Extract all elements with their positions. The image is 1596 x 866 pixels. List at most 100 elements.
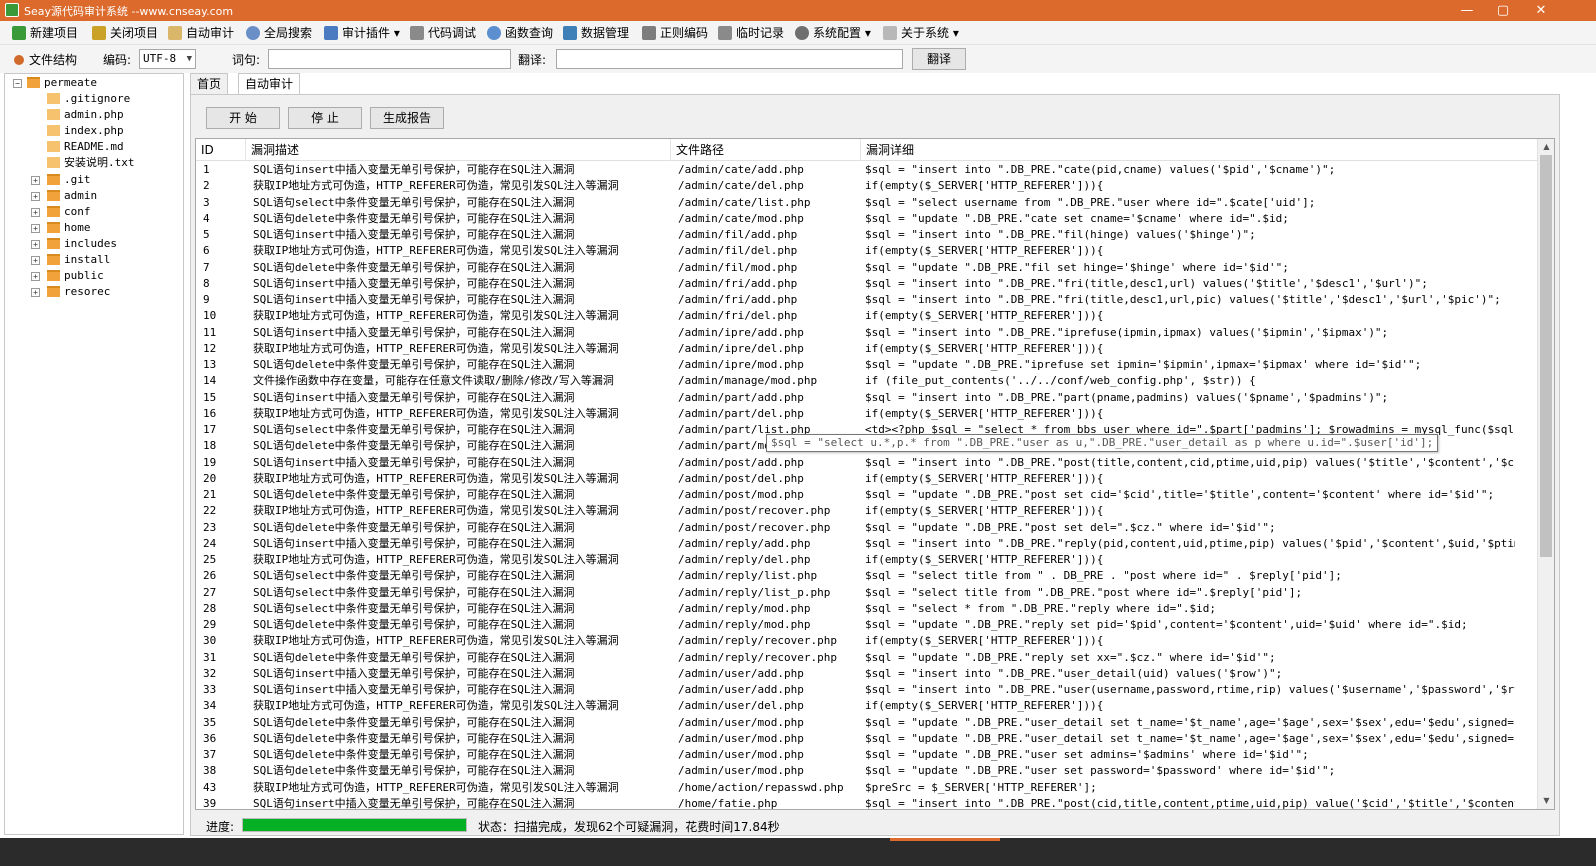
minimize-button[interactable]: — xyxy=(1447,0,1487,21)
row-detail: $sql = "insert into ".DB_PRE."iprefuse(i… xyxy=(865,325,1389,339)
word-input[interactable] xyxy=(268,49,511,69)
table-row[interactable]: 2 获取IP地址方式可伪造，HTTP_REFERER可伪造，常见引发SQL注入等漏… xyxy=(196,178,1538,194)
table-row[interactable]: 11 SQL语句insert中插入变量无单引号保护，可能存在SQL注入漏洞/adm… xyxy=(196,325,1538,341)
scroll-down-icon[interactable]: ▼ xyxy=(1538,793,1554,809)
tab-home[interactable]: 首页 xyxy=(190,73,229,95)
translate-button[interactable]: 翻译 xyxy=(912,48,966,70)
tree-folder[interactable]: home xyxy=(47,220,91,236)
table-row[interactable]: 20 获取IP地址方式可伪造，HTTP_REFERER可伪造，常见引发SQL注入等… xyxy=(196,471,1538,487)
tree-file[interactable]: index.php xyxy=(47,123,124,139)
table-row[interactable]: 30 获取IP地址方式可伪造，HTTP_REFERER可伪造，常见引发SQL注入等… xyxy=(196,633,1538,649)
table-row[interactable]: 33 SQL语句insert中插入变量无单引号保护，可能存在SQL注入漏洞/adm… xyxy=(196,682,1538,698)
menu-about[interactable]: 关于系统 ▾ xyxy=(883,21,959,45)
table-row[interactable]: 9 SQL语句insert中插入变量无单引号保护，可能存在SQL注入漏洞/admi… xyxy=(196,292,1538,308)
table-row[interactable]: 29 SQL语句delete中条件变量无单引号保护，可能存在SQL注入漏洞/adm… xyxy=(196,617,1538,633)
menu-temp-record[interactable]: 临时记录 xyxy=(718,21,784,45)
table-row[interactable]: 39 SQL语句insert中插入变量无单引号保护，可能存在SQL注入漏洞/hom… xyxy=(196,796,1538,809)
tree-folder[interactable]: conf xyxy=(47,204,91,220)
menu-auto-audit[interactable]: 自动审计 xyxy=(168,21,234,45)
tree-folder[interactable]: .git xyxy=(47,172,91,188)
table-row[interactable]: 35 SQL语句delete中条件变量无单引号保护，可能存在SQL注入漏洞/adm… xyxy=(196,715,1538,731)
table-row[interactable]: 21 SQL语句delete中条件变量无单引号保护，可能存在SQL注入漏洞/adm… xyxy=(196,487,1538,503)
tree-root[interactable]: permeate xyxy=(27,75,97,91)
table-row[interactable]: 31 SQL语句delete中条件变量无单引号保护，可能存在SQL注入漏洞/adm… xyxy=(196,650,1538,666)
menu-close-project[interactable]: 关闭项目 xyxy=(92,21,158,45)
scroll-thumb[interactable] xyxy=(1540,155,1552,557)
table-row[interactable]: 19 SQL语句insert中插入变量无单引号保护，可能存在SQL注入漏洞/adm… xyxy=(196,455,1538,471)
table-row[interactable]: 32 SQL语句insert中插入变量无单引号保护，可能存在SQL注入漏洞/adm… xyxy=(196,666,1538,682)
table-row[interactable]: 3 SQL语句select中条件变量无单引号保护，可能存在SQL注入漏洞/admi… xyxy=(196,195,1538,211)
row-id: 12 xyxy=(203,341,217,355)
scroll-up-icon[interactable]: ▲ xyxy=(1538,139,1554,155)
column-id[interactable]: ID xyxy=(196,139,246,161)
column-detail[interactable]: 漏洞详细 xyxy=(861,139,1521,161)
expand-icon[interactable]: + xyxy=(31,176,40,185)
table-row[interactable]: 22 获取IP地址方式可伪造，HTTP_REFERER可伪造，常见引发SQL注入等… xyxy=(196,503,1538,519)
table-row[interactable]: 27 SQL语句select中条件变量无单引号保护，可能存在SQL注入漏洞/adm… xyxy=(196,585,1538,601)
menu-regex-encode[interactable]: 正则编码 xyxy=(642,21,708,45)
maximize-button[interactable]: ▢ xyxy=(1483,0,1523,21)
tree-folder[interactable]: resorec xyxy=(47,284,110,300)
tab-auto-audit[interactable]: 自动审计 xyxy=(238,73,301,95)
tree-folder[interactable]: includes xyxy=(47,236,117,252)
menu-function-search[interactable]: 函数查询 xyxy=(487,21,553,45)
generate-report-button[interactable]: 生成报告 xyxy=(370,107,444,129)
row-description: 获取IP地址方式可伪造，HTTP_REFERER可伪造，常见引发SQL注入等漏洞 xyxy=(253,699,619,713)
tree-file[interactable]: README.md xyxy=(47,139,124,155)
tree-folder[interactable]: admin xyxy=(47,188,97,204)
expand-icon[interactable]: + xyxy=(31,288,40,297)
table-row[interactable]: 14 文件操作函数中存在变量，可能存在任意文件读取/删除/修改/写入等漏洞/adm… xyxy=(196,373,1538,389)
table-row[interactable]: 12 获取IP地址方式可伪造，HTTP_REFERER可伪造，常见引发SQL注入等… xyxy=(196,341,1538,357)
menu-global-search[interactable]: 全局搜索 xyxy=(246,21,312,45)
status-text: 状态：扫描完成，发现62个可疑漏洞，花费时间17.84秒 xyxy=(478,820,780,834)
table-row[interactable]: 13 SQL语句delete中条件变量无单引号保护，可能存在SQL注入漏洞/adm… xyxy=(196,357,1538,373)
table-row[interactable]: 1 SQL语句insert中插入变量无单引号保护，可能存在SQL注入漏洞/admi… xyxy=(196,162,1538,178)
expand-icon[interactable]: + xyxy=(31,208,40,217)
table-row[interactable]: 8 SQL语句insert中插入变量无单引号保护，可能存在SQL注入漏洞/admi… xyxy=(196,276,1538,292)
tree-folder[interactable]: install xyxy=(47,252,110,268)
close-window-button[interactable]: ✕ xyxy=(1521,0,1561,21)
row-detail: $sql = "update ".DB_PRE."post set cid='$… xyxy=(865,488,1495,501)
table-row[interactable]: 34 获取IP地址方式可伪造，HTTP_REFERER可伪造，常见引发SQL注入等… xyxy=(196,698,1538,714)
vertical-scrollbar[interactable]: ▲ ▼ xyxy=(1537,139,1554,809)
expand-icon[interactable]: + xyxy=(31,224,40,233)
table-row[interactable]: 26 SQL语句select中条件变量无单引号保护，可能存在SQL注入漏洞/adm… xyxy=(196,568,1538,584)
tree-file[interactable]: admin.php xyxy=(47,107,124,123)
table-row[interactable]: 38 SQL语句delete中条件变量无单引号保护，可能存在SQL注入漏洞/adm… xyxy=(196,763,1538,779)
file-structure-label[interactable]: 文件结构 xyxy=(14,51,77,68)
tree-file[interactable]: 安装说明.txt xyxy=(47,155,135,171)
table-row[interactable]: 5 SQL语句insert中插入变量无单引号保护，可能存在SQL注入漏洞/admi… xyxy=(196,227,1538,243)
row-description: 获取IP地址方式可伪造，HTTP_REFERER可伪造，常见引发SQL注入等漏洞 xyxy=(253,406,619,420)
table-row[interactable]: 16 获取IP地址方式可伪造，HTTP_REFERER可伪造，常见引发SQL注入等… xyxy=(196,406,1538,422)
tree-file[interactable]: .gitignore xyxy=(47,91,130,107)
expand-icon[interactable]: + xyxy=(31,256,40,265)
translate-input[interactable] xyxy=(556,49,903,69)
encoding-select[interactable]: UTF-8 ▼ xyxy=(139,49,196,69)
column-description[interactable]: 漏洞描述 xyxy=(246,139,671,161)
menu-data-manage[interactable]: 数据管理 xyxy=(563,21,629,45)
tree-folder[interactable]: public xyxy=(47,268,104,284)
table-row[interactable]: 28 SQL语句select中条件变量无单引号保护，可能存在SQL注入漏洞/adm… xyxy=(196,601,1538,617)
table-row[interactable]: 43 获取IP地址方式可伪造，HTTP_REFERER可伪造，常见引发SQL注入等… xyxy=(196,780,1538,796)
table-row[interactable]: 15 SQL语句insert中插入变量无单引号保护，可能存在SQL注入漏洞/adm… xyxy=(196,390,1538,406)
menu-audit-plugin[interactable]: 审计插件 ▾ xyxy=(324,21,400,45)
table-row[interactable]: 25 获取IP地址方式可伪造，HTTP_REFERER可伪造，常见引发SQL注入等… xyxy=(196,552,1538,568)
menu-new-project[interactable]: 新建项目 xyxy=(12,21,78,45)
table-row[interactable]: 6 获取IP地址方式可伪造，HTTP_REFERER可伪造，常见引发SQL注入等漏… xyxy=(196,243,1538,259)
stop-button[interactable]: 停 止 xyxy=(288,107,362,129)
table-row[interactable]: 37 SQL语句delete中条件变量无单引号保护，可能存在SQL注入漏洞/adm… xyxy=(196,747,1538,763)
table-row[interactable]: 24 SQL语句insert中插入变量无单引号保护，可能存在SQL注入漏洞/adm… xyxy=(196,536,1538,552)
menu-system-config[interactable]: 系统配置 ▾ xyxy=(795,21,871,45)
menu-code-debug[interactable]: 代码调试 xyxy=(410,21,476,45)
expand-icon[interactable]: + xyxy=(31,272,40,281)
table-row[interactable]: 7 SQL语句delete中条件变量无单引号保护，可能存在SQL注入漏洞/admi… xyxy=(196,260,1538,276)
table-row[interactable]: 36 SQL语句delete中条件变量无单引号保护，可能存在SQL注入漏洞/adm… xyxy=(196,731,1538,747)
expand-icon[interactable]: + xyxy=(31,192,40,201)
table-row[interactable]: 10 获取IP地址方式可伪造，HTTP_REFERER可伪造，常见引发SQL注入等… xyxy=(196,308,1538,324)
table-row[interactable]: 23 SQL语句delete中条件变量无单引号保护，可能存在SQL注入漏洞/adm… xyxy=(196,520,1538,536)
column-path[interactable]: 文件路径 xyxy=(671,139,861,161)
collapse-icon[interactable]: − xyxy=(13,79,22,88)
start-button[interactable]: 开 始 xyxy=(206,107,280,129)
table-row[interactable]: 4 SQL语句delete中条件变量无单引号保护，可能存在SQL注入漏洞/admi… xyxy=(196,211,1538,227)
expand-icon[interactable]: + xyxy=(31,240,40,249)
